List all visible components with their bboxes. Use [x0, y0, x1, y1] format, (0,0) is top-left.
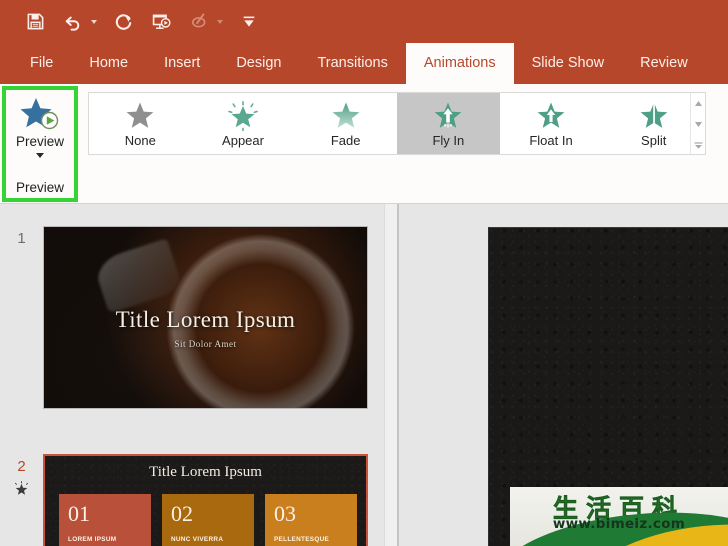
- star-arrow-up-icon: [429, 99, 467, 132]
- start-slideshow-icon[interactable]: [146, 8, 176, 36]
- preview-group: Preview Preview: [6, 90, 74, 198]
- slide-2-card-1-text: Lorem ipsum dolor sit amet,: [68, 536, 117, 544]
- preview-group-label: Preview: [15, 180, 64, 195]
- tab-home[interactable]: Home: [71, 43, 146, 84]
- slide-2-card-1-number: 01: [68, 501, 90, 526]
- animation-none[interactable]: None: [89, 93, 192, 154]
- animation-float-in-label: Float In: [529, 133, 573, 148]
- slide-2-card-2: 02 Nunc viverra imperdiet enim.: [162, 494, 254, 546]
- animation-appear-label: Appear: [222, 133, 264, 148]
- slide-2-card-3: 03 Pellentesque habitant morbi: [265, 494, 357, 546]
- save-icon[interactable]: [20, 8, 50, 36]
- chevron-up-icon[interactable]: [691, 93, 706, 114]
- star-split-icon: [635, 99, 673, 132]
- slide-2-title: Title Lorem Ipsum: [149, 464, 262, 480]
- animation-appear[interactable]: Appear: [192, 93, 295, 154]
- animation-split-label: Split: [641, 133, 667, 148]
- slide-2-number: 2: [17, 458, 26, 475]
- tab-file[interactable]: File: [12, 43, 71, 84]
- animation-fade[interactable]: Fade: [294, 93, 397, 154]
- redo-icon[interactable]: [108, 8, 138, 36]
- slide-2-card-2-text: Nunc viverra imperdiet enim.: [171, 536, 224, 544]
- slide-2-thumbnail[interactable]: Title Lorem Ipsum 01 Lorem ipsum dolor s…: [43, 454, 368, 546]
- animation-fly-in-label: Fly In: [432, 133, 465, 148]
- touch-mode-icon[interactable]: [184, 8, 214, 36]
- gallery-more-icon[interactable]: [691, 135, 706, 156]
- slide-1-title: Title Lorem Ipsum: [115, 306, 296, 332]
- ribbon-content: Preview Preview None Appear Fade Fly In …: [0, 84, 728, 204]
- quick-access-toolbar: [0, 0, 728, 43]
- gallery-scrollbar[interactable]: [690, 93, 705, 154]
- preview-button[interactable]: Preview: [6, 90, 74, 170]
- watermark-url: www.bimeiz.com: [552, 516, 686, 532]
- slide-1-subtitle: Sit Dolor Amet: [174, 339, 237, 350]
- preview-star-play-icon: [18, 96, 62, 132]
- watermark: 生活百科 www.bimeiz.com: [510, 487, 728, 546]
- undo-dropdown-caret[interactable]: [88, 8, 100, 36]
- animation-none-label: None: [124, 133, 156, 148]
- tab-design[interactable]: Design: [218, 43, 299, 84]
- list-item[interactable]: 2 Title Lorem Ipsum 01 LOREM IPSUM 02 NU…: [0, 454, 368, 546]
- slide-2-card-3-text: Pellentesque habitant morbi: [274, 536, 330, 544]
- thumbnail-pane-scrollbar[interactable]: [384, 204, 397, 546]
- preview-button-label: Preview: [15, 134, 64, 149]
- slide-1-number: 1: [17, 230, 26, 247]
- tab-review[interactable]: Review: [622, 43, 706, 84]
- touch-mode-dropdown-caret[interactable]: [214, 8, 226, 36]
- animation-fade-label: Fade: [330, 133, 361, 148]
- slide-2-card-1: 01 Lorem ipsum dolor sit amet,: [59, 494, 151, 546]
- undo-icon[interactable]: [58, 8, 88, 36]
- slides-thumbnail-pane[interactable]: 1 Title Lorem Ipsum Sit Dolor Amet 2 Tit…: [0, 204, 397, 546]
- star-float-icon: [532, 99, 570, 132]
- star-sparkle-icon: [224, 99, 262, 132]
- ribbon-tabbar: File Home Insert Design Transitions Anim…: [0, 43, 728, 84]
- slide-1-thumbnail[interactable]: Title Lorem Ipsum Sit Dolor Amet: [43, 226, 368, 409]
- animation-gallery: None Appear Fade Fly In Float In Split: [88, 92, 706, 155]
- customize-toolbar-icon[interactable]: [234, 8, 264, 36]
- slide-2-card-2-number: 02: [171, 501, 193, 526]
- slide-2-cards: 01 Lorem ipsum dolor sit amet, 02 Nunc v…: [59, 494, 357, 546]
- tab-insert[interactable]: Insert: [146, 43, 218, 84]
- list-item[interactable]: 1 Title Lorem Ipsum Sit Dolor Amet: [0, 226, 368, 409]
- animation-fly-in[interactable]: Fly In: [397, 93, 500, 154]
- slide-2-number-column: 2: [0, 454, 43, 546]
- slide-2-card-3-number: 03: [274, 501, 296, 526]
- animation-float-in[interactable]: Float In: [500, 93, 603, 154]
- tab-animations[interactable]: Animations: [405, 43, 514, 84]
- star-none-icon: [121, 99, 159, 132]
- slide-1-number-column: 1: [0, 226, 43, 409]
- powerpoint-window: File Home Insert Design Transitions Anim…: [0, 0, 728, 546]
- ribbon-tabs: File Home Insert Design Transitions Anim…: [0, 43, 728, 84]
- chevron-down-icon[interactable]: [691, 114, 706, 135]
- tab-transitions[interactable]: Transitions: [299, 43, 405, 84]
- star-fade-icon: [327, 99, 365, 132]
- animation-star-icon[interactable]: [14, 480, 30, 496]
- tab-slide-show[interactable]: Slide Show: [514, 43, 623, 84]
- preview-dropdown-caret[interactable]: [36, 153, 44, 158]
